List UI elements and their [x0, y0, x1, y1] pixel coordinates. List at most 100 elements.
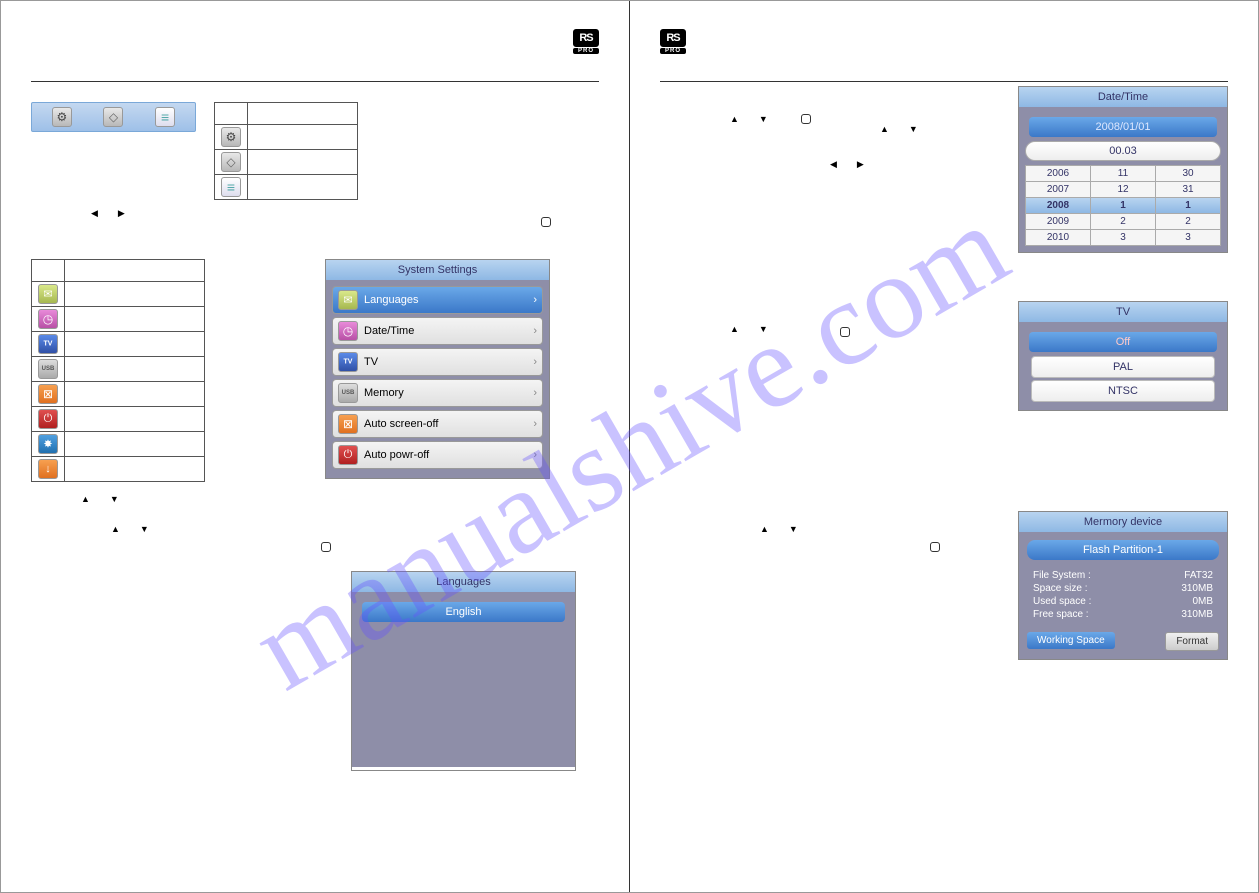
up-arrow-icon: ▲ [760, 524, 769, 534]
mem-icon [38, 359, 58, 379]
used-label: Used space : [1033, 596, 1091, 607]
right-page: RS PRO ▲ ▼ ▲ ▼ ◀ ▶ Date/Time 2008/01/01 … [630, 1, 1258, 892]
orange-icon [38, 459, 58, 479]
chevron-right-icon: › [533, 449, 537, 461]
system-settings-panel: System Settings Languages› Date/Time › TV… [325, 259, 550, 479]
down-arrow-icon: ▼ [789, 524, 798, 534]
tv-option-ntsc[interactable]: NTSC [1031, 380, 1215, 402]
main-icons-table [214, 102, 358, 200]
grid-cell: 2009 [1026, 214, 1090, 229]
gear-icon [52, 107, 72, 127]
size-label: Space size : [1033, 583, 1087, 594]
date-field[interactable]: 2008/01/01 [1029, 117, 1217, 137]
blue-icon [38, 434, 58, 454]
list-icon [221, 177, 241, 197]
book-icon [221, 152, 241, 172]
grid-cell: 3 [1091, 230, 1155, 245]
row-label: Memory [364, 387, 404, 399]
square-icon [930, 542, 940, 552]
down-arrow-icon: ▼ [140, 524, 149, 534]
left-page: RS PRO ◀ ▶ [1, 1, 630, 892]
up-arrow-icon: ▲ [730, 114, 739, 124]
grid-cell: 2010 [1026, 230, 1090, 245]
row-datetime[interactable]: Date/Time › [332, 317, 543, 345]
grid-cell: 2007 [1026, 182, 1090, 197]
down-arrow-icon: ▼ [759, 114, 768, 124]
lang-icon [38, 284, 58, 304]
rule [31, 81, 599, 82]
tv-panel: TV Off PAL NTSC [1018, 301, 1228, 411]
free-value: 310MB [1181, 609, 1213, 620]
grid-cell: 11 [1091, 166, 1155, 181]
rs-pro-logo: RS PRO [573, 29, 599, 59]
logo-top: RS [573, 29, 599, 47]
lang-icon [338, 290, 358, 310]
square-icon [840, 327, 850, 337]
main-menu-bar [31, 102, 196, 132]
grid-cell-selected: 2008 [1026, 198, 1090, 213]
rs-pro-logo: RS PRO [660, 29, 686, 59]
grid-cell: 12 [1091, 182, 1155, 197]
grid-cell: 3 [1156, 230, 1220, 245]
square-icon [321, 542, 331, 552]
row-screenoff[interactable]: Auto screen-off› [332, 410, 543, 438]
tv-option-pal[interactable]: PAL [1031, 356, 1215, 378]
date-icon [338, 321, 358, 341]
language-selected[interactable]: English [362, 602, 565, 622]
time-field[interactable]: 00.03 [1025, 141, 1221, 161]
row-memory[interactable]: Memory › [332, 379, 543, 407]
working-space-button[interactable]: Working Space [1027, 632, 1115, 649]
tv-selected[interactable]: Off [1029, 332, 1217, 352]
rule [660, 81, 1228, 82]
left-arrow-icon: ◀ [91, 208, 98, 219]
grid-cell: 2 [1156, 214, 1220, 229]
down-arrow-icon: ▼ [110, 494, 119, 504]
grid-cell-selected: 1 [1156, 198, 1220, 213]
memory-subtitle: Flash Partition-1 [1027, 540, 1219, 560]
right-arrow-icon: ▶ [118, 208, 125, 219]
row-languages[interactable]: Languages› [332, 286, 543, 314]
chevron-right-icon: › [533, 356, 537, 368]
grid-cell: 2 [1091, 214, 1155, 229]
panel-title: Mermory device [1019, 512, 1227, 532]
date-picker-grid[interactable]: 20061130 20071231 200811 200922 201033 [1025, 165, 1221, 246]
logo-bottom: PRO [660, 48, 686, 54]
panel-title: System Settings [326, 260, 549, 280]
panel-title: Languages [352, 572, 575, 592]
up-arrow-icon: ▲ [880, 124, 889, 134]
settings-icons-table [31, 259, 205, 482]
up-arrow-icon: ▲ [111, 524, 120, 534]
memory-panel: Mermory device Flash Partition-1 File Sy… [1018, 511, 1228, 660]
square-icon [541, 217, 551, 227]
languages-panel: Languages English [351, 571, 576, 771]
chevron-right-icon: › [533, 325, 537, 337]
screen-icon [338, 414, 358, 434]
size-value: 310MB [1181, 583, 1213, 594]
panel-title: TV [1019, 302, 1227, 322]
row-label: Date/Time [364, 325, 414, 337]
row-poweroff[interactable]: Auto powr-off › [332, 441, 543, 469]
row-tv[interactable]: TV › [332, 348, 543, 376]
datetime-panel: Date/Time 2008/01/01 00.03 20061130 2007… [1018, 86, 1228, 253]
fs-value: FAT32 [1184, 570, 1213, 581]
up-arrow-icon: ▲ [81, 494, 90, 504]
grid-cell: 30 [1156, 166, 1220, 181]
grid-cell: 2006 [1026, 166, 1090, 181]
row-label: Auto powr-off [364, 449, 429, 461]
down-arrow-icon: ▼ [759, 324, 768, 334]
row-label: TV [364, 356, 378, 368]
date-icon [38, 309, 58, 329]
chevron-right-icon: › [533, 387, 537, 399]
power-icon [38, 409, 58, 429]
book-icon [103, 107, 123, 127]
tv-icon [38, 334, 58, 354]
grid-cell: 31 [1156, 182, 1220, 197]
free-label: Free space : [1033, 609, 1089, 620]
fs-label: File System : [1033, 570, 1091, 581]
format-button[interactable]: Format [1165, 632, 1219, 651]
mem-icon [338, 383, 358, 403]
left-arrow-icon: ◀ [830, 159, 837, 170]
panel-title: Date/Time [1019, 87, 1227, 107]
square-icon [801, 114, 811, 124]
tv-icon [338, 352, 358, 372]
